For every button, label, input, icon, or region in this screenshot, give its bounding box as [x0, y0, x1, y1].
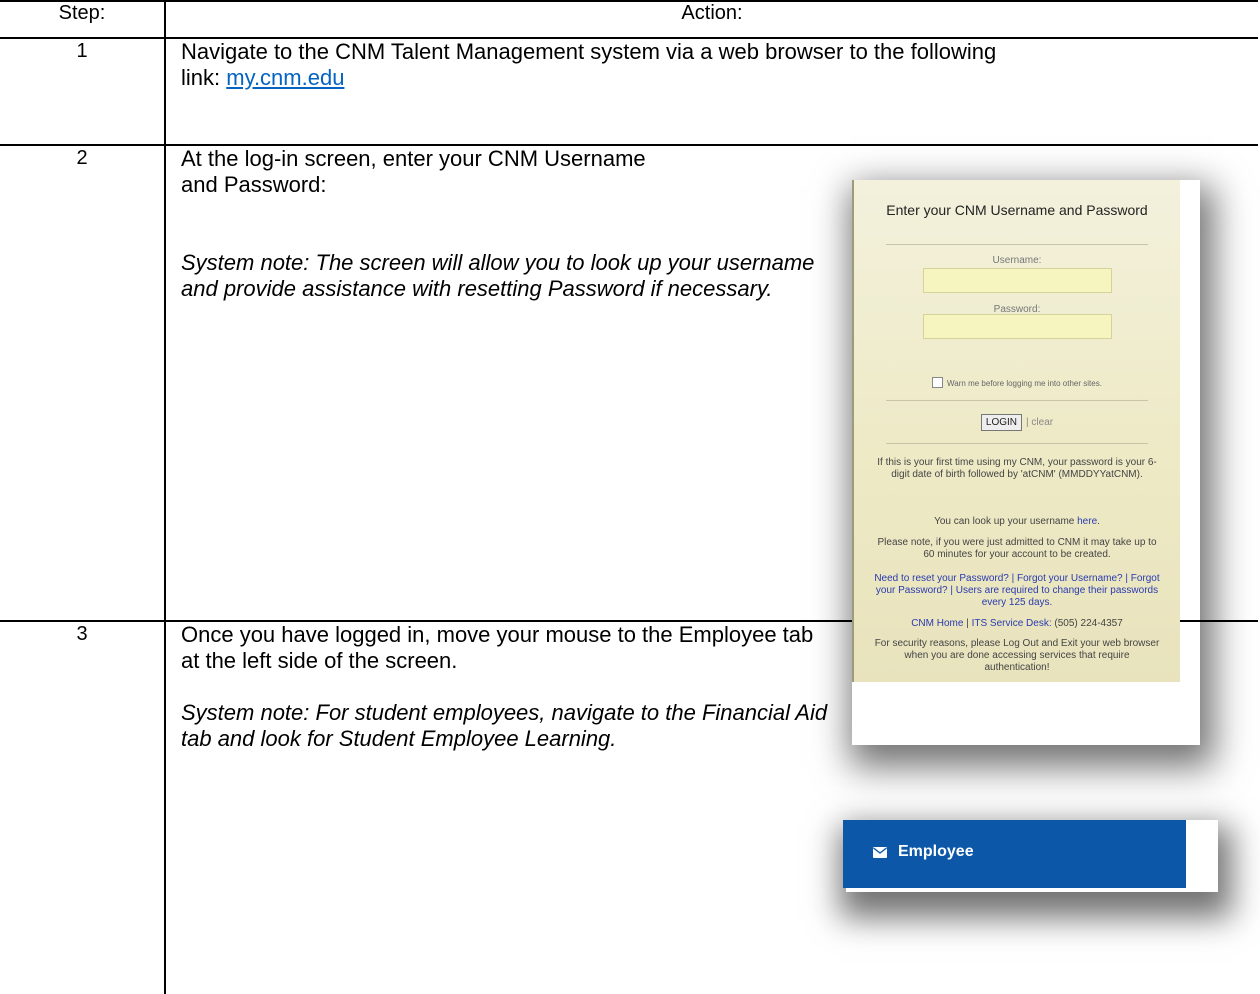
step-row-1: 1 Navigate to the CNM Talent Management …	[0, 36, 1258, 146]
warn-label: Warn me before logging me into other sit…	[947, 379, 1102, 388]
login-actions: LOGIN | clear	[854, 414, 1180, 431]
service-desk-phone: (505) 224-4357	[1054, 618, 1123, 629]
action-instruction: At the log-in screen, enter your CNM Use…	[181, 145, 646, 197]
cnm-link[interactable]: my.cnm.edu	[226, 65, 344, 90]
system-note: System note: For student employees, navi…	[181, 700, 828, 752]
password-input[interactable]	[923, 314, 1112, 339]
divider	[886, 443, 1148, 444]
action-text: Navigate to the CNM Talent Management sy…	[181, 39, 1001, 91]
admitted-text: Please note, if you were just admitted t…	[877, 537, 1157, 560]
action-text: Once you have logged in, move your mouse…	[181, 622, 831, 752]
system-note: System note: The screen will allow you t…	[181, 249, 815, 301]
employee-tab-button[interactable]: Employee	[843, 820, 1186, 888]
warn-option[interactable]: Warn me before logging me into other sit…	[854, 377, 1180, 388]
first-time-text: If this is your first time using my CNM,…	[877, 457, 1157, 480]
lookup-label: You can look up your username	[934, 516, 1078, 527]
step-number: 3	[76, 623, 88, 646]
lookup-text: You can look up your username here.	[934, 516, 1100, 527]
header-row: Step: Action:	[0, 0, 1258, 39]
clear-link[interactable]: clear	[1031, 417, 1053, 428]
footer-links: CNM Home | ITS Service Desk: (505) 224-4…	[911, 618, 1123, 629]
login-screenshot: Enter your CNM Username and Password Use…	[852, 180, 1180, 682]
employee-label: Employee	[898, 843, 974, 860]
username-label: Username:	[992, 255, 1042, 266]
login-button[interactable]: LOGIN	[980, 414, 1023, 431]
action-instruction: Once you have logged in, move your mouse…	[181, 622, 814, 674]
reset-links[interactable]: Need to reset your Password? | Forgot yo…	[872, 573, 1162, 609]
login-title: Enter your CNM Username and Password	[886, 202, 1148, 218]
cnm-home-link[interactable]: CNM Home	[911, 618, 963, 629]
mail-icon	[873, 847, 887, 858]
lookup-link[interactable]: here	[1077, 516, 1097, 527]
security-text: For security reasons, please Log Out and…	[874, 638, 1160, 673]
divider	[886, 400, 1148, 401]
step-number: 2	[76, 146, 88, 169]
step-header: Step:	[0, 0, 166, 39]
username-input[interactable]	[923, 268, 1112, 293]
divider	[886, 244, 1148, 245]
action-header: Action:	[164, 0, 1258, 39]
warn-checkbox[interactable]	[932, 377, 944, 388]
action-text: At the log-in screen, enter your CNM Use…	[181, 146, 831, 302]
service-desk-link[interactable]: ITS Service Desk:	[972, 618, 1052, 629]
step-number: 1	[76, 39, 88, 62]
